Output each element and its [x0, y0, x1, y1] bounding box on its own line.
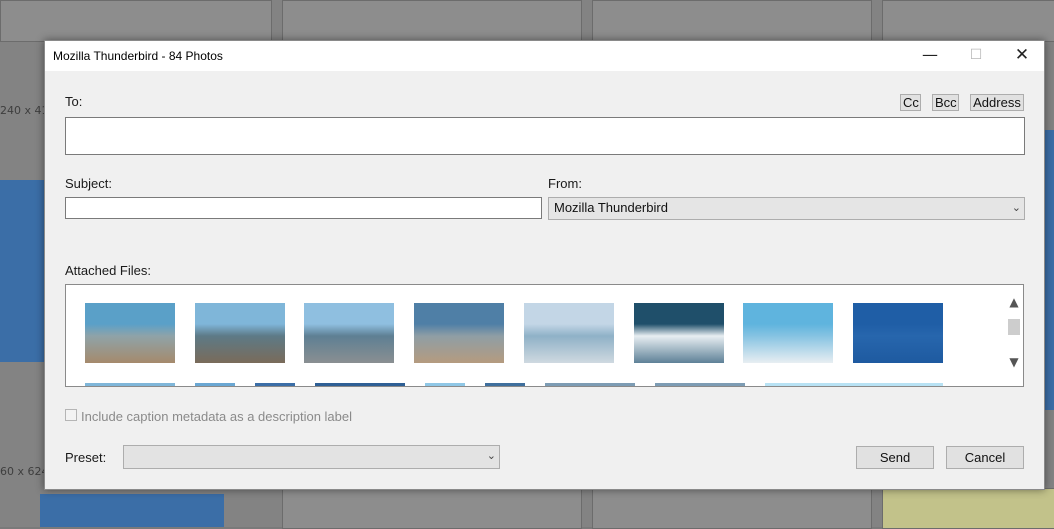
thumbnail-row2: [195, 383, 235, 386]
helicopter-spray-photo[interactable]: [743, 303, 834, 363]
bcc-button[interactable]: Bcc: [932, 94, 959, 111]
preset-select[interactable]: ⌄: [123, 445, 500, 469]
chevron-down-icon: ⌄: [486, 449, 496, 462]
to-label: To:: [65, 94, 83, 109]
couple-walking-photo[interactable]: [414, 303, 505, 363]
maximize-icon[interactable]: ☐: [953, 41, 999, 71]
send-button[interactable]: Send: [856, 446, 934, 469]
chevron-down-icon: ⌄: [1011, 201, 1021, 214]
thumbnail-row2: [485, 383, 525, 386]
window-title: Mozilla Thunderbird - 84 Photos: [53, 49, 223, 63]
thumbnail-row2: [255, 383, 295, 386]
scroll-up-icon[interactable]: ▲: [1005, 295, 1023, 309]
email-dialog: Mozilla Thunderbird - 84 Photos — ☐ ✕ To…: [44, 40, 1045, 490]
attached-files-label: Attached Files:: [65, 263, 151, 278]
bg-cell: [592, 0, 872, 42]
subject-label: Subject:: [65, 176, 112, 191]
from-label: From:: [548, 176, 582, 191]
bg-cell: [592, 488, 872, 529]
title-bar: Mozilla Thunderbird - 84 Photos — ☐ ✕: [45, 41, 1044, 71]
caption-checkbox-label: Include caption metadata as a descriptio…: [81, 409, 353, 424]
bg-photo: [0, 180, 44, 362]
thumbnail-row2: [425, 383, 465, 386]
bg-cell: [282, 488, 582, 529]
close-icon[interactable]: ✕: [999, 41, 1045, 71]
jetski-photo[interactable]: [523, 303, 614, 363]
surfer-riding-photo[interactable]: [633, 303, 724, 363]
helicopter-sky-photo[interactable]: [852, 303, 943, 363]
preset-label: Preset:: [65, 450, 107, 465]
bg-dimension-label: 60 x 624: [0, 465, 49, 478]
bg-cell: [882, 488, 1054, 529]
to-input[interactable]: [65, 117, 1025, 155]
bg-photo: [40, 494, 224, 527]
subject-input[interactable]: [65, 197, 542, 219]
thumbnail-row2: [655, 383, 745, 386]
bg-cell: [882, 0, 1054, 42]
cc-button[interactable]: Cc: [900, 94, 921, 111]
thumbnail-row2: [85, 383, 175, 386]
caption-checkbox[interactable]: [65, 409, 77, 421]
cancel-button[interactable]: Cancel: [946, 446, 1024, 469]
scroll-down-icon[interactable]: ▼: [1005, 355, 1023, 369]
thumbnail-row2: [765, 383, 943, 386]
attached-files-list[interactable]: ▲ ▼: [65, 284, 1024, 387]
minimize-icon[interactable]: —: [907, 41, 953, 71]
bg-cell: [282, 0, 582, 42]
bg-cell: [0, 0, 272, 42]
thumbnail-row2: [315, 383, 405, 386]
beach-walker-photo[interactable]: [85, 303, 175, 363]
surfer-wading-photo[interactable]: [194, 303, 285, 363]
from-select[interactable]: Mozilla Thunderbird ⌄: [548, 197, 1025, 220]
thumbnail-row2: [545, 383, 635, 386]
from-selected-value: Mozilla Thunderbird: [554, 200, 668, 215]
surfer-waves-photo[interactable]: [304, 303, 395, 363]
files-scrollbar[interactable]: ▲ ▼: [1005, 285, 1023, 386]
address-button[interactable]: Address: [970, 94, 1024, 111]
scrollbar-thumb[interactable]: [1008, 319, 1020, 335]
